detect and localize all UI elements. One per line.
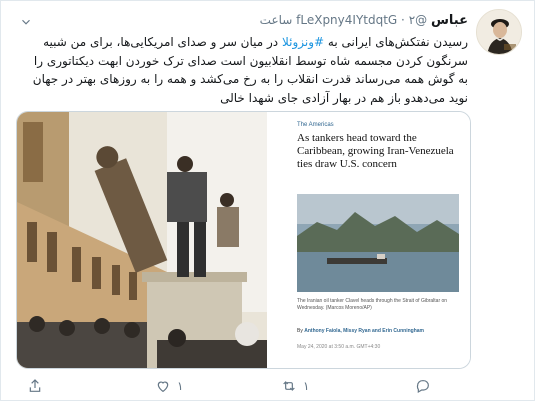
share-button[interactable] [27,375,43,397]
retweet-count: ۱ [303,379,310,393]
retweet-button[interactable]: ۱ [281,375,309,397]
tweet-text-start: رسیدن نفتکش‌های ایرانی به [324,35,468,49]
tanker-photo [297,194,459,292]
tweet-card[interactable]: عباس @fLeXpny4IYtdqtG · ۲ ساعت رسیدن نفت… [0,0,535,401]
user-handle[interactable]: @fLeXpny4IYtdqtG [296,13,427,27]
article-section: The Americas [297,122,334,128]
byline-authors: Anthony Faiola, Missy Ryan and Erin Cunn… [304,328,424,334]
tweet-text: رسیدن نفتکش‌های ایرانی به #ونزوئلا در می… [29,33,468,107]
statue-toppling-photo [17,112,267,368]
statue-photo-illustration [17,112,267,368]
chevron-down-icon[interactable] [19,15,33,29]
like-count: ۱ [177,379,184,393]
heart-icon [157,381,169,393]
avatar[interactable] [476,9,522,55]
tweet-media[interactable]: The Americas As tankers head toward the … [16,111,471,369]
article-headline: As tankers head toward the Caribbean, gr… [297,132,454,170]
byline-by: By [297,328,303,334]
retweet-icon [283,381,295,391]
avatar-portrait-image [477,10,521,54]
tweet-header: عباس @fLeXpny4IYtdqtG · ۲ ساعت [201,13,468,31]
news-clipping: The Americas As tankers head toward the … [279,112,470,368]
display-name[interactable]: عباس [431,13,468,28]
article-date: May 24, 2020 at 3:50 a.m. GMT+4:30 [297,344,381,350]
tweet-actions: ۱ ۱ [1,375,534,397]
article-caption: The Iranian oil tanker Clavel heads thro… [297,298,448,311]
share-icon [29,379,41,392]
article-byline: By Anthony Faiola, Missy Ryan and Erin C… [297,328,465,334]
reply-button[interactable] [415,375,437,397]
separator-dot: · [401,13,405,27]
like-button[interactable]: ۱ [155,375,183,397]
reply-icon [416,380,429,394]
hashtag-link[interactable]: #ونزوئلا [282,35,324,49]
